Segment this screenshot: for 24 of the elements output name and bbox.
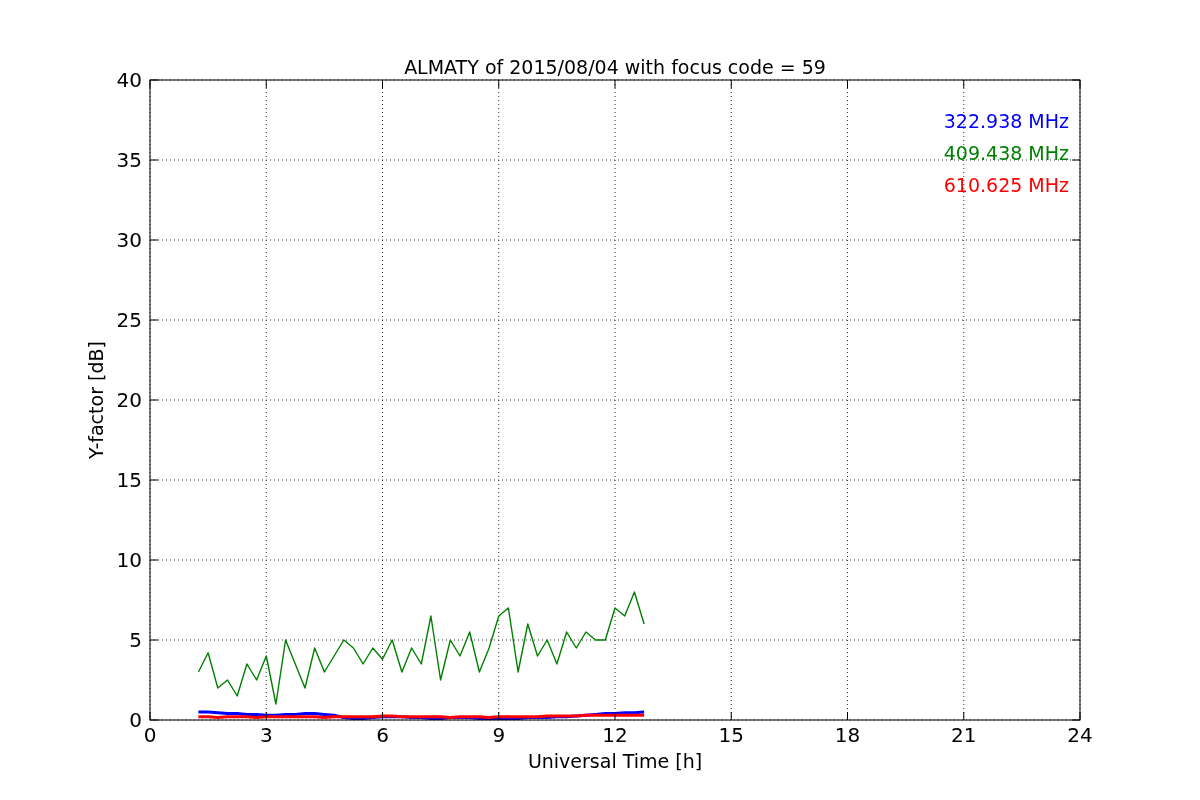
tick-label: 18 xyxy=(834,723,861,747)
tick-label: 3 xyxy=(259,723,273,747)
tick-label: 9 xyxy=(492,723,506,747)
tick-label: 15 xyxy=(116,468,142,492)
tick-label: 21 xyxy=(951,723,977,747)
tick-label: 15 xyxy=(718,723,744,747)
tick-label: 35 xyxy=(116,148,142,172)
tick-label: 0 xyxy=(143,723,157,747)
legend-label: 322.938 MHz xyxy=(943,110,1069,132)
tick-label: 24 xyxy=(1067,723,1093,747)
tick-label: 10 xyxy=(116,548,142,572)
tick-label: 12 xyxy=(602,723,628,747)
tick-label: 6 xyxy=(376,723,389,747)
tick-label: 25 xyxy=(116,308,142,332)
tick-label: 20 xyxy=(116,388,142,412)
tick-label: 40 xyxy=(116,68,142,92)
legend-label: 409.438 MHz xyxy=(943,142,1069,164)
tick-label: 0 xyxy=(129,708,142,732)
tick-label: 5 xyxy=(129,628,142,652)
chart-title: ALMATY of 2015/08/04 with focus code = 59 xyxy=(404,56,826,78)
axis-label: Y-factor [dB] xyxy=(85,341,107,459)
legend-label: 610.625 MHz xyxy=(943,174,1069,196)
axis-label: Universal Time [h] xyxy=(527,750,703,772)
tick-label: 30 xyxy=(116,228,142,252)
